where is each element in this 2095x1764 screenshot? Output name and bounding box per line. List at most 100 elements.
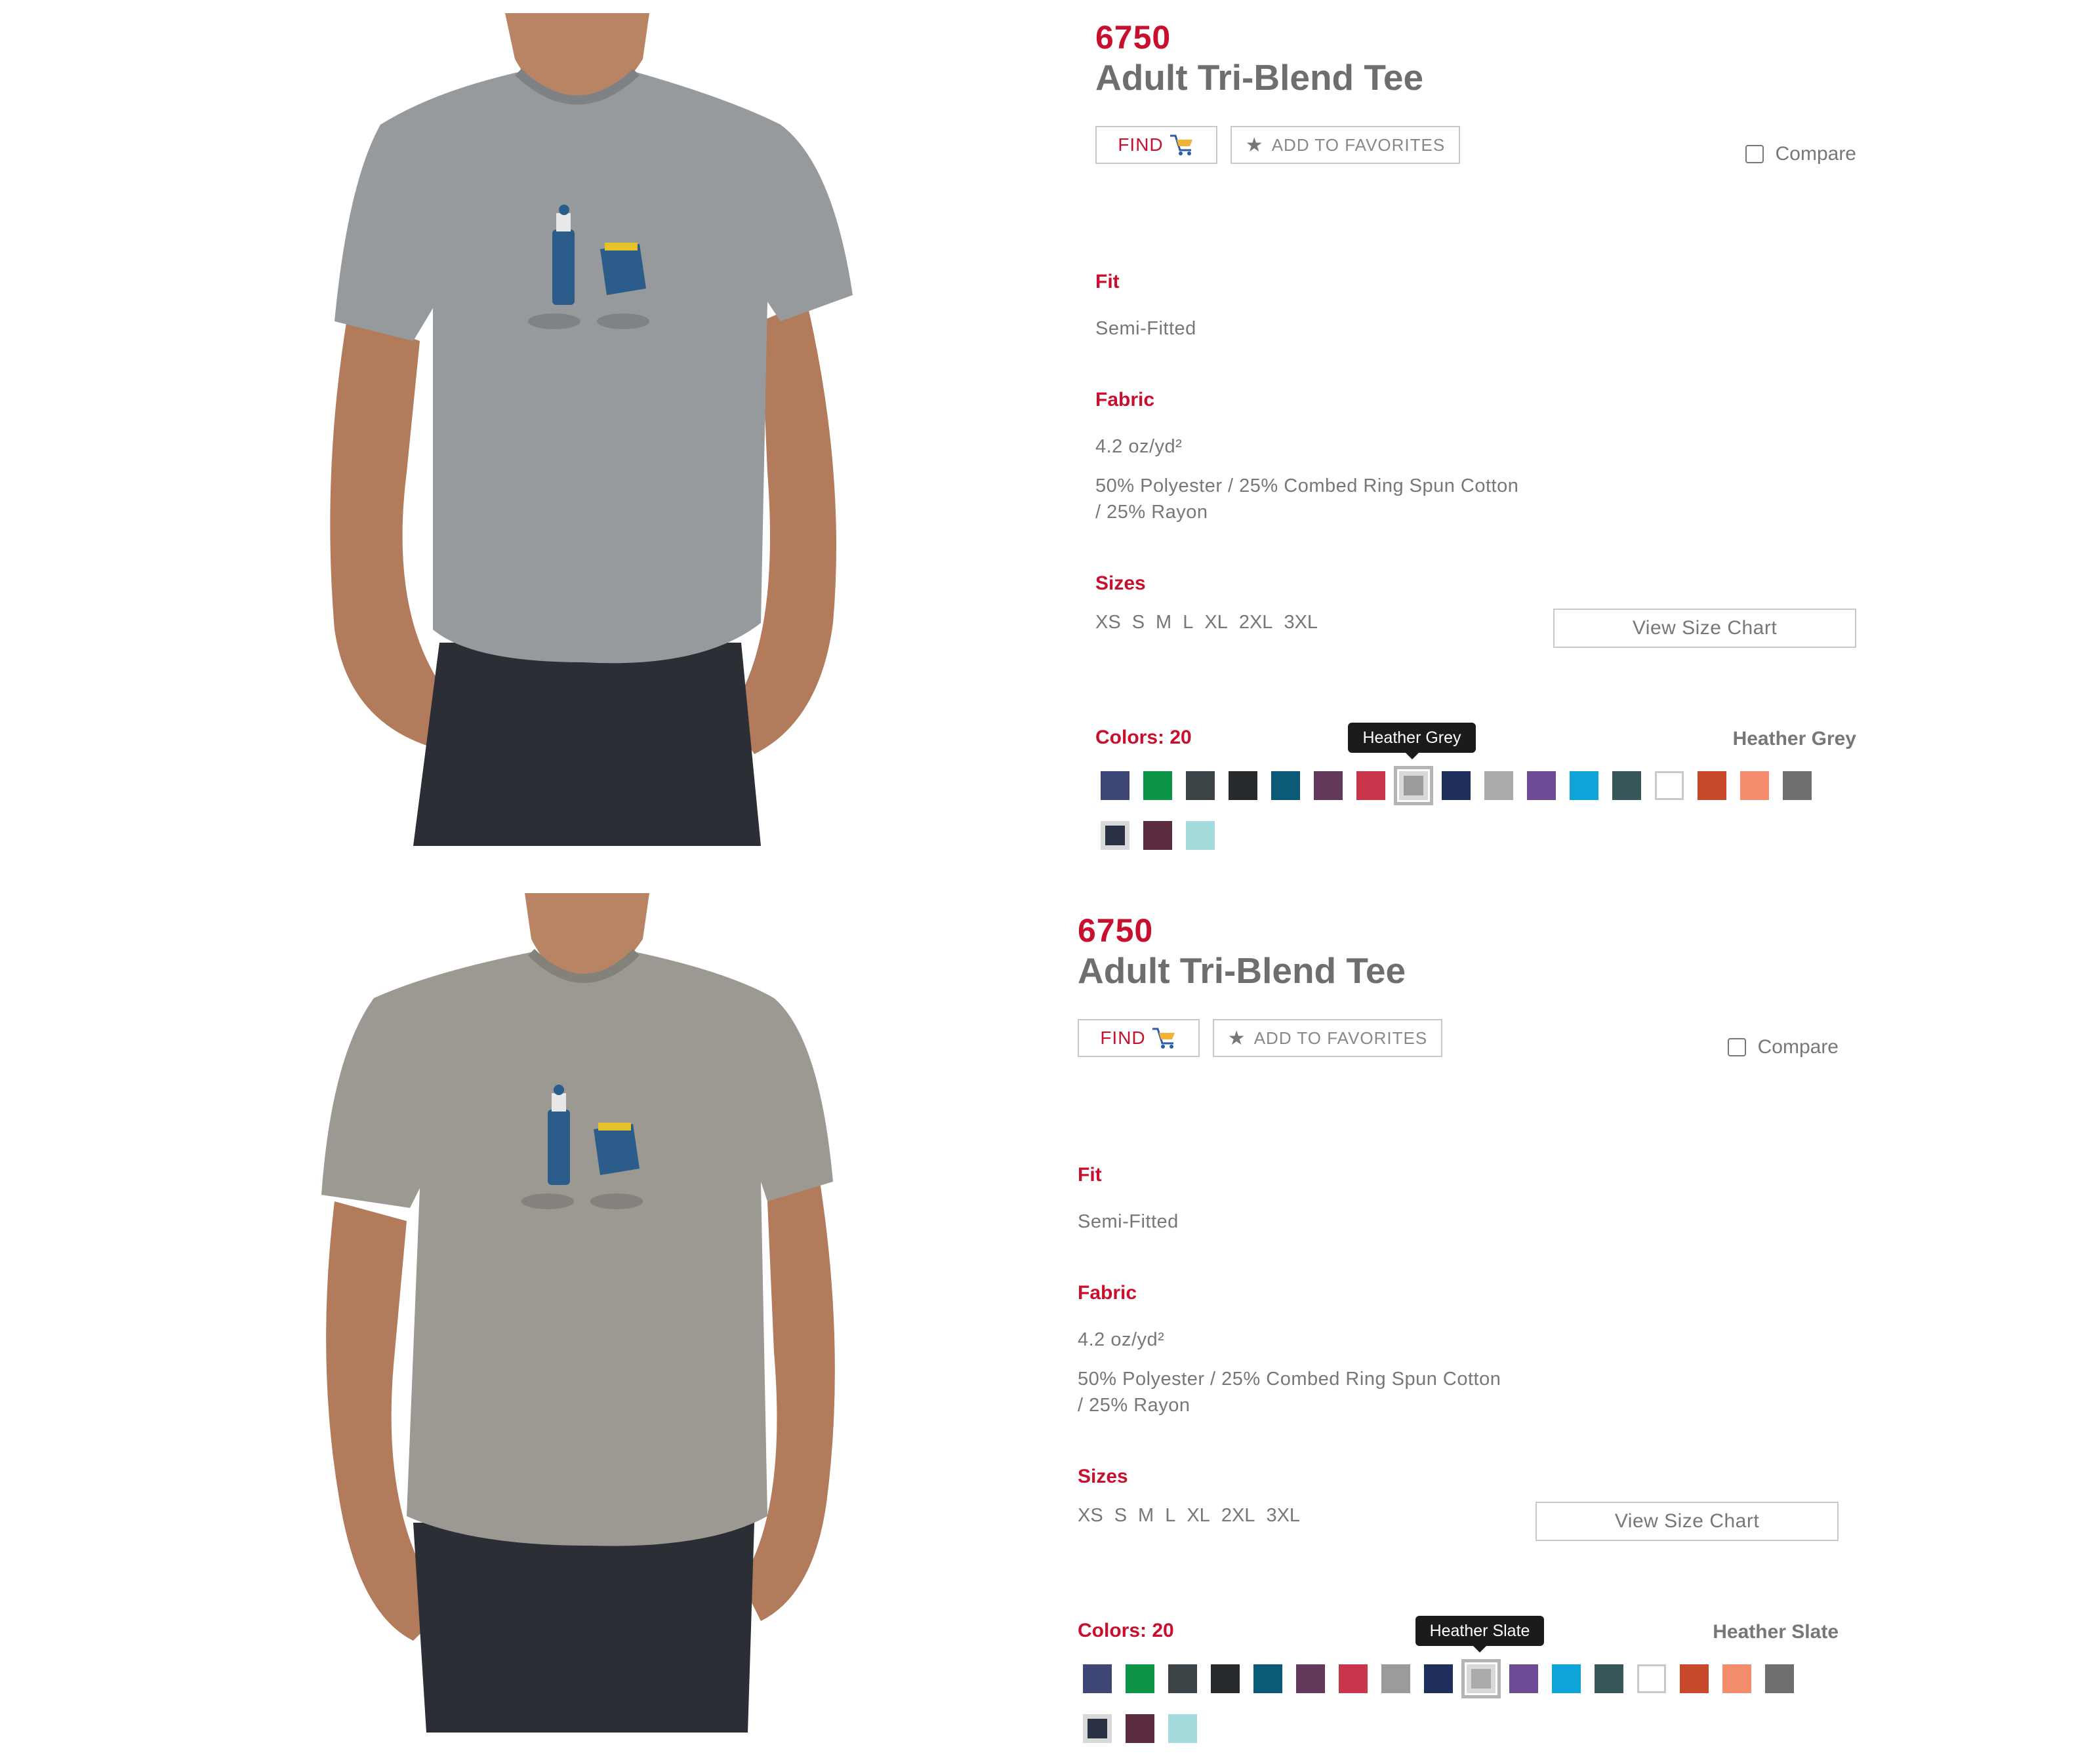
fabric-label: Fabric <box>1078 1282 1137 1304</box>
color-swatch[interactable] <box>1394 766 1433 805</box>
color-swatch[interactable] <box>1229 771 1257 800</box>
size-item: M <box>1138 1505 1154 1526</box>
colors-count: Colors: 20 <box>1078 1620 1174 1641</box>
color-swatch[interactable] <box>1186 771 1215 800</box>
size-item: L <box>1183 612 1194 633</box>
color-swatch[interactable] <box>1083 1664 1112 1693</box>
color-swatch[interactable] <box>1484 771 1513 800</box>
color-swatch[interactable] <box>1126 1714 1154 1743</box>
size-item: XL <box>1204 612 1228 633</box>
color-swatch[interactable] <box>1783 771 1812 800</box>
product-info: 6750 Adult Tri-Blend Tee FIND ★ ADD TO F… <box>1078 912 1839 1764</box>
color-swatch[interactable] <box>1595 1664 1623 1693</box>
compare-label: Compare <box>1757 1036 1839 1058</box>
fabric-composition-line1: 50% Polyester / 25% Combed Ring Spun Cot… <box>1078 1369 1501 1390</box>
color-swatch[interactable] <box>1527 771 1556 800</box>
find-cart-icon <box>1152 1028 1175 1049</box>
selected-color-name: Heather Grey <box>1732 728 1856 750</box>
model-tshirt-image <box>330 13 853 846</box>
find-button[interactable]: FIND <box>1095 126 1217 164</box>
color-swatch[interactable] <box>1442 771 1471 800</box>
color-swatch[interactable] <box>1570 771 1598 800</box>
star-icon: ★ <box>1227 1027 1246 1049</box>
size-item: XS <box>1095 612 1121 633</box>
size-list: XS S M L XL 2XL 3XL <box>1095 612 1329 633</box>
color-swatch[interactable] <box>1698 771 1726 800</box>
size-item: S <box>1114 1505 1128 1526</box>
color-swatch[interactable] <box>1126 1664 1154 1693</box>
product-title: Adult Tri-Blend Tee <box>1095 57 1424 98</box>
size-item: L <box>1165 1505 1176 1526</box>
color-swatch[interactable] <box>1143 821 1172 850</box>
color-swatch[interactable] <box>1356 771 1385 800</box>
colors-count: Colors: 20 <box>1095 727 1192 748</box>
color-swatches <box>1095 766 1856 863</box>
sizes-label: Sizes <box>1095 572 1146 594</box>
color-tooltip: Heather Grey <box>1348 723 1476 759</box>
color-swatch[interactable] <box>1637 1664 1666 1693</box>
selected-color-name: Heather Slate <box>1713 1621 1839 1643</box>
color-swatch[interactable] <box>1083 1714 1112 1743</box>
product-card: 6750 Adult Tri-Blend Tee FIND ★ ADD TO F… <box>0 0 2095 866</box>
compare-checkbox[interactable]: Compare <box>1727 1036 1839 1058</box>
color-swatch[interactable] <box>1424 1664 1453 1693</box>
view-size-chart-button[interactable]: View Size Chart <box>1536 1502 1839 1541</box>
color-swatch[interactable] <box>1168 1714 1197 1743</box>
favorites-label: ADD TO FAVORITES <box>1253 1028 1428 1048</box>
color-swatch[interactable] <box>1168 1664 1197 1693</box>
color-swatch[interactable] <box>1740 771 1769 800</box>
fit-label: Fit <box>1078 1164 1102 1186</box>
find-button[interactable]: FIND <box>1078 1019 1200 1057</box>
color-tooltip: Heather Slate <box>1415 1616 1544 1653</box>
find-label: FIND <box>1100 1028 1146 1048</box>
fabric-weight: 4.2 oz/yd² <box>1095 436 1183 457</box>
color-swatch[interactable] <box>1612 771 1641 800</box>
color-swatch[interactable] <box>1461 1659 1501 1698</box>
find-cart-icon <box>1170 134 1192 155</box>
compare-checkbox[interactable]: Compare <box>1745 143 1856 165</box>
size-item: XL <box>1187 1505 1210 1526</box>
color-swatch[interactable] <box>1765 1664 1794 1693</box>
sizes-label: Sizes <box>1078 1466 1128 1487</box>
fabric-composition-line2: / 25% Rayon <box>1095 502 1208 523</box>
product-card: 6750 Adult Tri-Blend Tee FIND ★ ADD TO F… <box>0 893 2095 1759</box>
color-swatch[interactable] <box>1186 821 1215 850</box>
add-to-favorites-button[interactable]: ★ ADD TO FAVORITES <box>1231 126 1460 164</box>
style-number: 6750 <box>1078 912 1154 949</box>
color-swatch[interactable] <box>1680 1664 1709 1693</box>
fit-label: Fit <box>1095 271 1120 292</box>
color-swatch[interactable] <box>1101 821 1129 850</box>
fabric-composition-line1: 50% Polyester / 25% Combed Ring Spun Cot… <box>1095 475 1519 496</box>
fabric-composition-line2: / 25% Rayon <box>1078 1395 1190 1416</box>
color-swatch[interactable] <box>1339 1664 1368 1693</box>
color-swatch[interactable] <box>1722 1664 1751 1693</box>
style-number: 6750 <box>1095 19 1171 56</box>
compare-label: Compare <box>1775 143 1856 165</box>
size-item: 2XL <box>1238 612 1273 633</box>
favorites-label: ADD TO FAVORITES <box>1271 134 1446 155</box>
color-swatch[interactable] <box>1143 771 1172 800</box>
color-swatch[interactable] <box>1253 1664 1282 1693</box>
size-list: XS S M L XL 2XL 3XL <box>1078 1505 1311 1527</box>
fabric-weight: 4.2 oz/yd² <box>1078 1329 1165 1350</box>
color-swatch[interactable] <box>1552 1664 1581 1693</box>
fit-value: Semi-Fitted <box>1078 1211 1179 1232</box>
color-swatch[interactable] <box>1314 771 1343 800</box>
color-swatch[interactable] <box>1509 1664 1538 1693</box>
fit-value: Semi-Fitted <box>1095 318 1196 339</box>
checkbox-icon <box>1745 145 1764 163</box>
size-item: 3XL <box>1266 1505 1301 1526</box>
view-size-chart-button[interactable]: View Size Chart <box>1553 609 1856 648</box>
checkbox-icon <box>1727 1038 1746 1056</box>
size-item: M <box>1156 612 1172 633</box>
product-photo <box>315 893 853 1733</box>
product-photo <box>308 13 872 846</box>
color-swatch[interactable] <box>1296 1664 1325 1693</box>
color-swatch[interactable] <box>1655 771 1684 800</box>
add-to-favorites-button[interactable]: ★ ADD TO FAVORITES <box>1213 1019 1442 1057</box>
color-swatch[interactable] <box>1101 771 1129 800</box>
product-title: Adult Tri-Blend Tee <box>1078 950 1406 991</box>
color-swatch[interactable] <box>1271 771 1300 800</box>
color-swatch[interactable] <box>1211 1664 1240 1693</box>
color-swatch[interactable] <box>1381 1664 1410 1693</box>
